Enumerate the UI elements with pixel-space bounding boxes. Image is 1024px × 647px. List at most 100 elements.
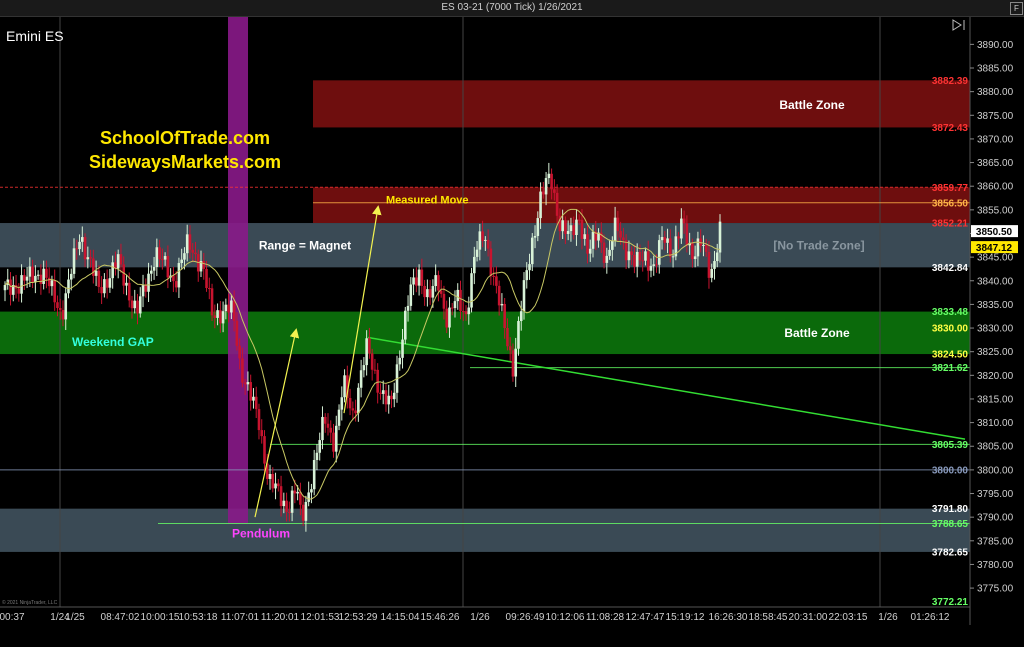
- candle-body: [221, 311, 225, 324]
- y-tick-label: 3880.00: [977, 87, 1014, 98]
- candle-body: [45, 268, 48, 278]
- candle-body: [409, 284, 413, 306]
- candle-body: [213, 315, 217, 318]
- candle-body: [417, 269, 421, 286]
- level-label: 3842.84: [932, 263, 969, 274]
- candle-body: [359, 370, 363, 388]
- candle-body: [508, 346, 512, 351]
- candle-body: [232, 300, 236, 321]
- candle-body: [564, 220, 567, 234]
- candle-body: [368, 338, 371, 354]
- candle-body: [238, 345, 241, 359]
- pendulum-bar: [228, 16, 248, 524]
- pendulum-label: Pendulum: [232, 527, 290, 541]
- candle-body: [354, 410, 357, 414]
- candle-body: [334, 425, 338, 452]
- candle-body: [340, 397, 344, 410]
- candle-body: [442, 293, 446, 309]
- candle-body: [577, 219, 581, 221]
- candle-body: [315, 452, 319, 460]
- x-tick-label: 11:07:01: [221, 612, 260, 623]
- candle-body: [136, 300, 139, 314]
- current-price-label: 3850.50: [976, 227, 1013, 238]
- candle-body: [638, 251, 642, 261]
- candle-body: [450, 307, 454, 309]
- candle-body: [100, 286, 103, 294]
- candle-body: [365, 338, 368, 366]
- x-tick-label: 1/25: [65, 612, 85, 623]
- x-tick-label: 09:26:49: [506, 612, 545, 623]
- candle-body: [536, 218, 540, 236]
- candle-body: [105, 279, 109, 288]
- candle-body: [3, 285, 7, 291]
- candle-body: [75, 248, 79, 250]
- candle-body: [127, 282, 131, 301]
- candle-body: [61, 309, 65, 320]
- candle-body: [116, 254, 120, 269]
- f-button[interactable]: F: [1010, 2, 1023, 15]
- candle-body: [362, 365, 366, 371]
- candle-body: [580, 219, 584, 239]
- y-tick-label: 3795.00: [977, 489, 1014, 500]
- candle-body: [718, 221, 722, 253]
- candle-body: [230, 300, 233, 313]
- x-tick-label: 01:26:12: [911, 612, 950, 623]
- candle-body: [484, 239, 487, 241]
- candle-body: [304, 501, 308, 521]
- candle-body: [69, 273, 73, 280]
- level-label: 3805.39: [932, 440, 969, 451]
- candle-body: [80, 237, 84, 242]
- candle-body: [227, 304, 230, 313]
- candle-body: [619, 231, 622, 238]
- x-tick-label: 10:12:06: [546, 612, 585, 623]
- navigate-icon[interactable]: [952, 19, 966, 31]
- candle-body: [268, 473, 272, 479]
- candle-body: [28, 266, 32, 277]
- level-label: 3859.77: [932, 183, 969, 194]
- candle-body: [183, 253, 186, 260]
- candle-body: [279, 486, 283, 507]
- candle-body: [390, 395, 393, 400]
- candle-body: [624, 240, 628, 261]
- y-tick-label: 3790.00: [977, 513, 1014, 524]
- candle-body: [174, 281, 178, 288]
- candle-body: [611, 240, 614, 250]
- candle-body: [495, 276, 498, 286]
- secondary-price-label: 3847.12: [976, 243, 1013, 254]
- candle-body: [605, 255, 609, 263]
- level-label: 3772.21: [932, 597, 969, 608]
- candle-body: [478, 231, 482, 250]
- candle-body: [108, 278, 112, 288]
- candle-body: [403, 310, 407, 340]
- candle-body: [161, 259, 164, 261]
- candle-body: [318, 440, 322, 453]
- candle-body: [646, 251, 650, 271]
- candle-body: [511, 350, 515, 377]
- candle-body: [263, 436, 266, 464]
- candle-body: [357, 387, 360, 414]
- candle-body: [517, 321, 520, 349]
- price-chart[interactable]: Battle Zone [No Trade Zone] Battle Zone Ran…: [0, 0, 1024, 647]
- candle-body: [296, 491, 299, 494]
- candle-body: [282, 500, 286, 507]
- candle-body: [348, 397, 352, 409]
- candle-body: [680, 218, 683, 239]
- candle-body: [715, 252, 719, 262]
- candle-body: [191, 249, 195, 253]
- candle-body: [627, 251, 631, 261]
- candle-body: [663, 237, 667, 243]
- candle-body: [550, 173, 553, 190]
- candle-body: [453, 301, 457, 309]
- x-tick-label: 15:19:12: [666, 612, 705, 623]
- candle-body: [519, 311, 523, 322]
- candle-body: [163, 256, 167, 260]
- candle-body: [58, 307, 62, 310]
- candle-body: [459, 289, 462, 312]
- candle-body: [569, 225, 573, 232]
- candle-body: [285, 500, 288, 512]
- candle-body: [415, 277, 418, 286]
- candle-body: [50, 280, 54, 287]
- candle-body: [188, 234, 192, 250]
- candle-body: [539, 191, 542, 219]
- candle-body: [470, 273, 473, 308]
